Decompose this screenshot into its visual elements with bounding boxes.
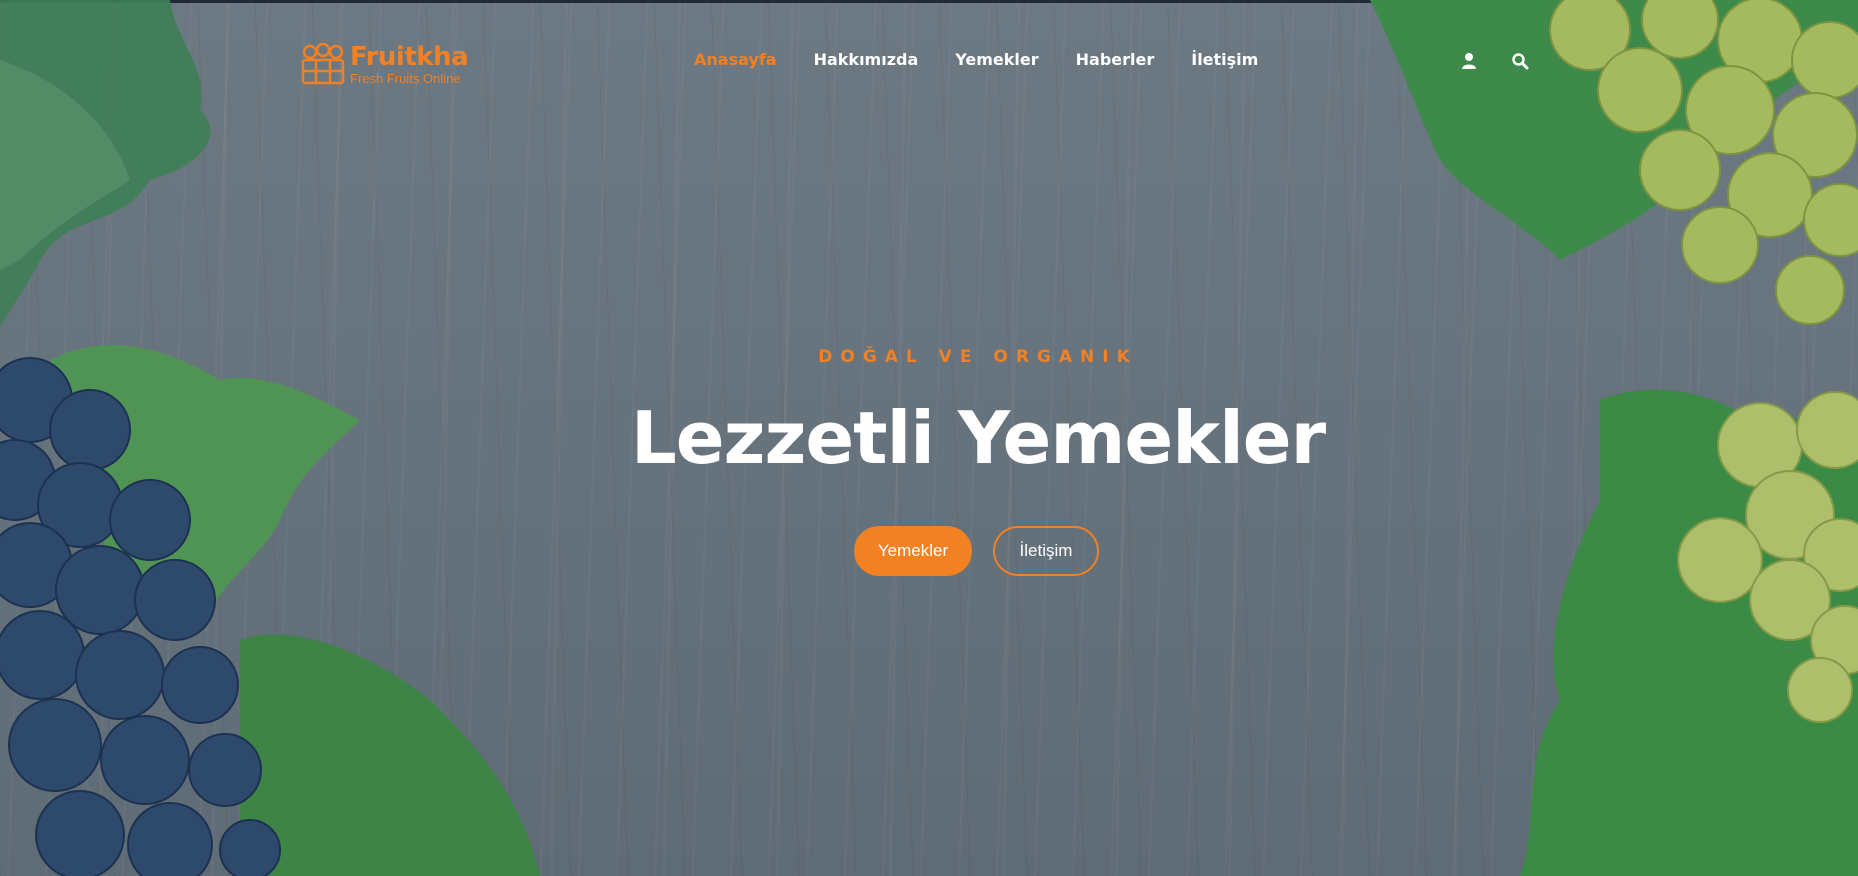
brand-name: Fruitkha: [350, 41, 469, 72]
nav-item-iletisim[interactable]: İletişim: [1191, 50, 1258, 69]
brand-tagline: Fresh Fruits Online: [350, 70, 461, 86]
nav-item-yemekler[interactable]: Yemekler: [955, 50, 1038, 69]
iletisim-button[interactable]: İletişim: [993, 526, 1099, 576]
search-icon[interactable]: [1511, 52, 1529, 70]
hero-buttons: Yemekler İletişim: [854, 526, 1099, 576]
nav-item-hakkimizda[interactable]: Hakkımızda: [814, 50, 919, 69]
hero-subtitle: DOĞAL VE ORGANIK: [818, 347, 1138, 367]
main-nav: Anasayfa Hakkımızda Yemekler Haberler İl…: [694, 50, 1258, 69]
hero-section: Fruitkha Fresh Fruits Online Anasayfa Ha…: [0, 0, 1858, 876]
brand-logo[interactable]: Fruitkha Fresh Fruits Online: [300, 41, 469, 86]
fruit-crate-icon: [300, 42, 346, 86]
hero-title: Lezzetli Yemekler: [630, 396, 1326, 480]
header-icons: [1460, 52, 1529, 70]
yemekler-button[interactable]: Yemekler: [854, 526, 972, 576]
user-icon[interactable]: [1460, 52, 1478, 70]
nav-item-anasayfa[interactable]: Anasayfa: [694, 50, 777, 69]
nav-item-haberler[interactable]: Haberler: [1076, 50, 1155, 69]
